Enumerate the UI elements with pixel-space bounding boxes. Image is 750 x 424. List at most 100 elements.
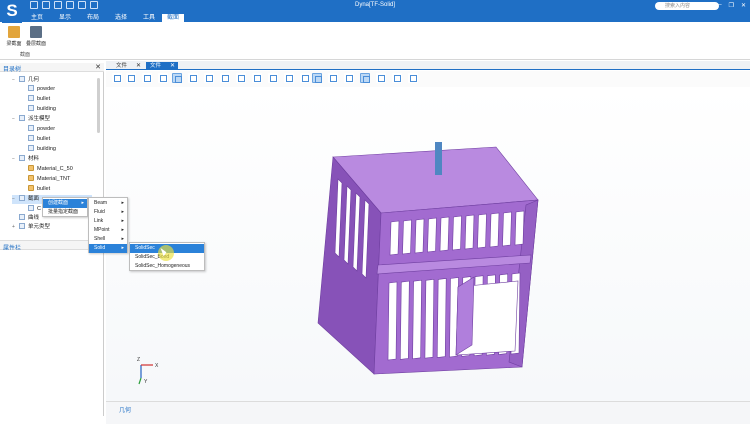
section-type-item[interactable]: Solid ▸ [89,244,127,253]
tree-item[interactable]: building [28,105,56,114]
solid-section-item[interactable]: SolidSec_Homogeneous [130,262,204,271]
front-window-opening[interactable] [477,213,487,249]
maximize-button[interactable]: ❐ [729,2,734,9]
tree-item[interactable]: powder [28,85,55,94]
view-tool-icon[interactable] [312,73,322,83]
section-type-item[interactable]: Link ▸ [89,217,127,226]
ribbon-tab[interactable]: 主页 [27,14,47,22]
view-tool-icon[interactable] [268,73,278,83]
tree-item[interactable]: bullet [28,135,50,144]
minimize-button[interactable]: — [716,2,722,9]
view-tool-icon[interactable] [284,73,294,83]
view-tool-icon[interactable] [158,73,168,83]
doc-tab-2[interactable]: 文件 ✕ [146,62,178,70]
view-tool-icon[interactable] [344,73,354,83]
view-tool-icon[interactable] [252,73,262,83]
tree-node-icon [28,145,34,151]
tree-item[interactable]: − 材料 [12,155,39,164]
view-tool-icon[interactable] [172,73,182,83]
beam-section-button[interactable]: 梁截面 [2,26,26,47]
front-window-opening[interactable] [464,214,475,250]
section-type-item[interactable]: Beam ▸ [89,199,127,208]
front-window-opening[interactable] [387,281,398,361]
view-tool-icon[interactable] [126,73,136,83]
front-window-opening[interactable] [399,280,410,360]
close-window-button[interactable]: ✕ [741,2,746,9]
front-window-opening[interactable] [439,216,450,252]
tree-item[interactable]: + 单元类型 [12,223,50,232]
front-window-opening[interactable] [436,278,447,358]
tree-item[interactable]: Material_TNT [28,175,70,184]
axis-x-label: X [155,363,159,369]
tree-toggle-icon[interactable]: + [12,223,18,232]
tree-node-icon [19,214,25,220]
front-window-opening[interactable] [412,279,422,360]
building-model[interactable] [317,142,539,375]
close-icon[interactable]: ✕ [95,63,101,71]
view-tool-icon[interactable] [392,73,402,83]
menu-item-label: 创建截面 [48,200,69,206]
ribbon-tab[interactable]: 选择 [111,14,131,22]
tree-node-icon [19,223,25,229]
tree-item[interactable]: building [28,145,56,154]
front-window-opening[interactable] [389,220,400,256]
tree-toggle-icon[interactable]: − [12,76,18,85]
menu-item-label: SolidSec_Homogeneous [135,263,191,269]
context-menu-item[interactable]: 批量指定截面 [43,208,87,217]
status-label: 几何 [119,408,132,414]
context-menu-item[interactable]: 创建截面 ▸ [43,199,87,208]
opening-inner-wall[interactable] [455,276,475,356]
view-tool-icon[interactable] [142,73,152,83]
view-tool-icon[interactable] [360,73,370,83]
tree-item[interactable]: 曲线 [12,214,39,223]
tree-item[interactable]: C [28,205,41,214]
ribbon-tabs: 主页 显示 布局 选择 工具 截面 [0,13,750,22]
tree-item[interactable]: bullet [28,185,50,194]
view-tool-icon[interactable] [204,73,214,83]
front-window-opening[interactable] [424,278,435,359]
section-type-item[interactable]: Shell ▸ [89,235,127,244]
ribbon-tab[interactable]: 工具 [139,14,159,22]
menu-item-label: Shell [94,236,106,242]
material-icon [28,165,34,171]
laminate-section-button[interactable]: 叠层截面 [24,26,48,47]
tree-item-label: bullet [37,96,51,102]
section-type-item[interactable]: MPoint ▸ [89,226,127,235]
front-window-opening[interactable] [427,217,437,253]
tree-item[interactable]: Material_C_50 [28,165,73,174]
submenu-arrow-icon: ▸ [121,236,124,242]
front-window-opening[interactable] [414,218,425,254]
front-window-opening[interactable] [452,215,462,251]
front-window-opening[interactable] [402,219,412,255]
tree-item[interactable]: bullet [28,95,50,104]
view-tool-icon[interactable] [236,73,246,83]
front-window-opening[interactable] [502,211,512,247]
view-tool-icon[interactable] [328,73,338,83]
tree-toggle-icon[interactable]: − [12,195,18,204]
view-tool-icon[interactable] [112,73,122,83]
laminate-section-label: 叠层截面 [25,41,46,47]
tree-item[interactable]: powder [28,125,55,134]
front-window-opening[interactable] [489,212,500,248]
doc-tab-1[interactable]: 文件 ✕ [112,62,144,70]
view-tool-icon[interactable] [188,73,198,83]
tree-item[interactable]: − 几何 [12,76,39,85]
ribbon-tab[interactable]: 截面 [162,14,184,22]
section-type-item[interactable]: Fluid ▸ [89,208,127,217]
view-tool-icon[interactable] [376,73,386,83]
tree-toggle-icon[interactable]: − [12,155,18,164]
close-icon[interactable]: ✕ [136,62,141,70]
front-window-opening[interactable] [514,210,525,246]
tree-toggle-icon[interactable]: − [12,115,18,124]
ribbon-tab[interactable]: 布局 [83,14,103,22]
tree-item[interactable]: − 派生模型 [12,115,50,124]
view-tool-icon[interactable] [300,73,310,83]
search-input[interactable]: 搜索入内容 [655,2,719,10]
ribbon-tab[interactable]: 显示 [55,14,75,22]
tree-scrollbar[interactable] [97,78,100,133]
view-tool-icon[interactable] [220,73,230,83]
menu-item-label: 批量指定截面 [48,209,79,215]
close-icon[interactable]: ✕ [170,62,175,70]
app-logo: S [2,1,22,23]
view-tool-icon[interactable] [408,73,418,83]
